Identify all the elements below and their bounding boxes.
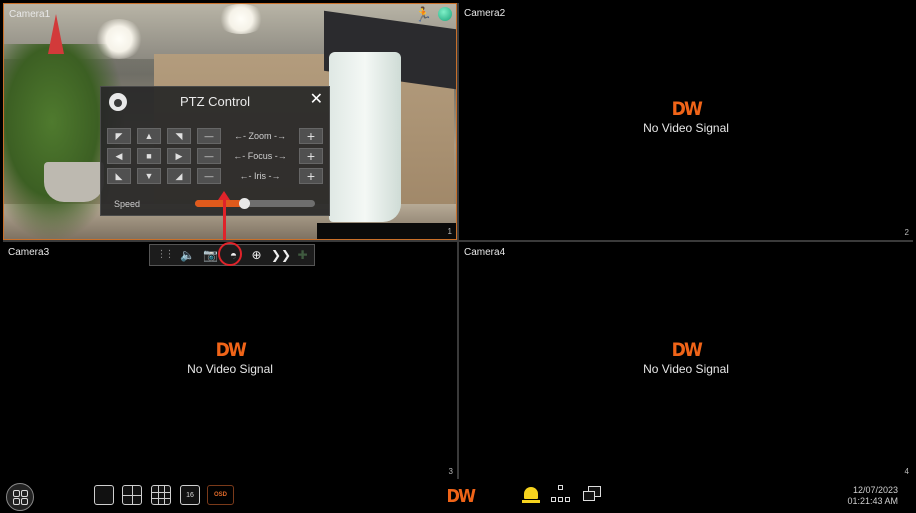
zoom-out-button[interactable]: — [197, 128, 221, 144]
camera-grid: Camera1 🏃 1 PTZ Control ✕ ◤ ▲ ◥ ◀ ■ ▶ ◣ … [3, 3, 913, 479]
no-video-text: No Video Signal [187, 362, 273, 376]
dw-logo: DW [446, 486, 477, 507]
dw-logo: DW [671, 98, 702, 120]
camera-tile-1[interactable]: Camera1 🏃 1 PTZ Control ✕ ◤ ▲ ◥ ◀ ■ ▶ ◣ … [3, 3, 457, 240]
dw-logo: DW [215, 339, 246, 361]
start-menu-button[interactable] [6, 483, 34, 511]
pan-up-button[interactable]: ▲ [137, 128, 161, 144]
motion-run-icon: 🏃 [414, 6, 432, 22]
camera-name: Camera1 [9, 9, 51, 20]
record-disk-icon [438, 7, 452, 21]
speed-slider-fill [195, 200, 245, 207]
annotation-arrow [218, 191, 230, 240]
clock-time: 01:21:43 AM [847, 496, 898, 506]
fish-eye-icon[interactable]: ❯❯ [271, 248, 291, 262]
pan-down-left-button[interactable]: ◣ [107, 168, 131, 184]
no-video-placeholder: DW No Video Signal [459, 99, 913, 135]
layout-9-button[interactable] [151, 485, 171, 505]
tile-number: 3 [448, 467, 453, 476]
pan-left-button[interactable]: ◀ [107, 148, 131, 164]
no-video-text: No Video Signal [643, 121, 729, 135]
drag-grip-icon[interactable]: ⋮⋮ [156, 248, 175, 262]
layout-1-button[interactable] [94, 485, 114, 505]
tile-number: 4 [904, 467, 909, 476]
osd-button[interactable]: OSD [207, 485, 234, 505]
tile-number: 1 [447, 227, 452, 236]
camera-name: Camera4 [464, 247, 506, 258]
speed-label: Speed [114, 199, 141, 209]
layout-4-button[interactable] [122, 485, 142, 505]
pan-down-right-button[interactable]: ◢ [167, 168, 191, 184]
camera-tile-2[interactable]: Camera2 DW No Video Signal 2 [459, 3, 913, 240]
layout-16-button[interactable]: 16 [180, 485, 200, 505]
more-icon[interactable]: ✚ [294, 248, 311, 262]
display-output-icon[interactable] [582, 485, 602, 505]
network-status-icon[interactable] [550, 485, 571, 505]
focus-far-button[interactable]: + [299, 148, 323, 164]
iris-open-button[interactable]: + [299, 168, 323, 184]
zoom-in-button[interactable]: + [299, 128, 323, 144]
pan-up-right-button[interactable]: ◥ [167, 128, 191, 144]
no-video-text: No Video Signal [643, 362, 729, 376]
no-video-placeholder: DW No Video Signal [3, 340, 457, 376]
iris-label: ←- Iris -→ [239, 171, 281, 181]
camera-tile-3[interactable]: Camera3 DW No Video Signal 3 [3, 242, 457, 479]
speed-slider[interactable] [195, 198, 315, 209]
taskbar: 16 OSD DW 12/07/2023 01:21:43 AM [0, 480, 916, 513]
pan-down-button[interactable]: ▼ [137, 168, 161, 184]
alarm-bell-icon[interactable] [522, 486, 540, 504]
snapshot-camera-icon[interactable]: 📷 [202, 248, 219, 262]
clock-date: 12/07/2023 [852, 485, 898, 495]
mute-audio-icon[interactable]: 🔈 [179, 248, 196, 262]
clock: 12/07/2023 01:21:43 AM [847, 485, 898, 507]
ptz-control-panel: PTZ Control ✕ ◤ ▲ ◥ ◀ ■ ▶ ◣ ▼ ◢ — ←- Zoo… [100, 86, 330, 216]
iris-close-button[interactable]: — [197, 168, 221, 184]
camera-tile-4[interactable]: Camera4 DW No Video Signal 4 [459, 242, 913, 479]
focus-near-button[interactable]: — [197, 148, 221, 164]
camera-name: Camera3 [8, 247, 50, 258]
no-video-placeholder: DW No Video Signal [459, 340, 913, 376]
zoom-label: ←- Zoom -→ [233, 131, 286, 141]
zoom-in-icon[interactable]: ⊕ [248, 248, 265, 262]
pan-stop-button[interactable]: ■ [137, 148, 161, 164]
dw-logo: DW [671, 339, 702, 361]
speed-slider-knob[interactable] [239, 198, 250, 209]
camera-name: Camera2 [464, 8, 506, 19]
annotation-circle [218, 242, 242, 266]
alarm-icons: 🏃 [415, 7, 452, 21]
pan-right-button[interactable]: ▶ [167, 148, 191, 164]
pan-up-left-button[interactable]: ◤ [107, 128, 131, 144]
focus-label: ←- Focus -→ [233, 151, 287, 161]
tile-number: 2 [904, 228, 909, 237]
